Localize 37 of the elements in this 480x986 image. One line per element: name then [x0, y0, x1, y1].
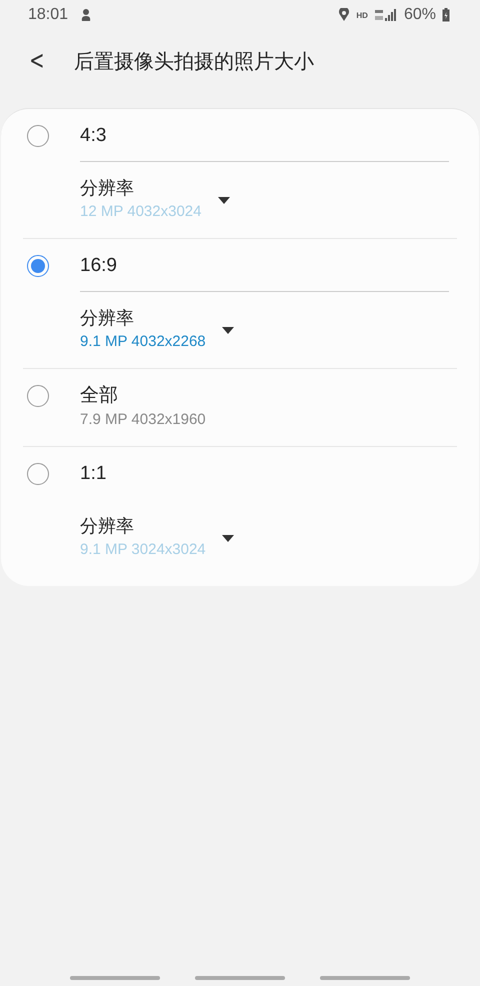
- dropdown-label: 分辨率: [80, 515, 135, 538]
- option-subtitle: 7.9 MP 4032x1960: [80, 411, 207, 428]
- signal-icon: [374, 8, 398, 22]
- network-label: HD: [356, 10, 368, 20]
- notification-icon: [80, 8, 92, 22]
- dropdown-caret-icon: [218, 197, 230, 205]
- dropdown-value: 9.1 MP 4032x2268: [80, 333, 206, 350]
- option-row[interactable]: 全部 7.9 MP 4032x1960: [23, 368, 457, 446]
- radio-button[interactable]: [27, 385, 49, 407]
- status-time: 18:01: [28, 6, 68, 24]
- dropdown-caret-icon: [222, 327, 234, 335]
- radio-button[interactable]: [27, 255, 49, 277]
- dropdown-value: 12 MP 4032x3024: [80, 203, 202, 220]
- navigation-handle[interactable]: [70, 976, 160, 980]
- battery-icon: [442, 8, 450, 22]
- radio-button[interactable]: [27, 125, 49, 147]
- option-row[interactable]: 4:3 分辨率 12 MP 4032x3024: [23, 109, 457, 238]
- navigation-handle[interactable]: [320, 976, 410, 980]
- resolution-dropdown[interactable]: 分辨率 9.1 MP 4032x2268: [80, 306, 234, 350]
- option-label: 4:3: [80, 124, 108, 148]
- dropdown-label: 分辨率: [80, 307, 135, 330]
- option-label: 全部: [80, 384, 119, 408]
- page-title: 后置摄像头拍摄的照片大小: [74, 50, 314, 74]
- option-label: 1:1: [80, 462, 108, 486]
- option-row[interactable]: 16:9 分辨率 9.1 MP 4032x2268: [23, 238, 457, 368]
- dropdown-caret-icon: [222, 535, 234, 543]
- resolution-dropdown[interactable]: 分辨率 9.1 MP 3024x3024: [80, 514, 234, 558]
- resolution-dropdown[interactable]: 分辨率 12 MP 4032x3024: [80, 176, 230, 220]
- back-button[interactable]: <: [26, 46, 48, 76]
- option-row[interactable]: 1:1 分辨率 9.1 MP 3024x3024: [23, 446, 457, 576]
- battery-level: 60%: [404, 6, 436, 24]
- option-label: 16:9: [80, 254, 118, 278]
- dropdown-value: 9.1 MP 3024x3024: [80, 541, 206, 558]
- dropdown-label: 分辨率: [80, 177, 135, 200]
- radio-button[interactable]: [27, 463, 49, 485]
- location-icon: [338, 8, 350, 22]
- navigation-handle[interactable]: [195, 976, 285, 980]
